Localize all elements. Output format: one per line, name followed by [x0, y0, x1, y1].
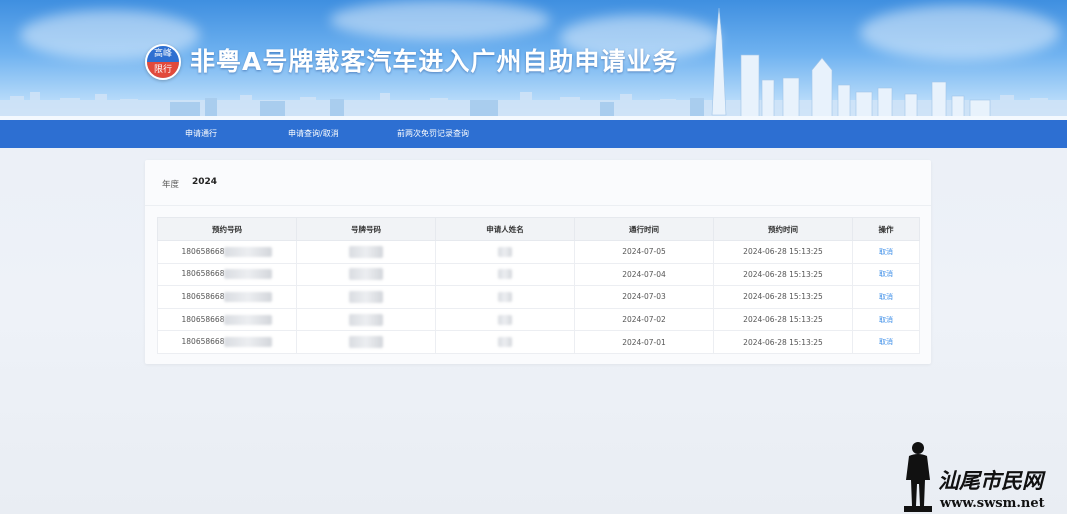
masked-digits	[224, 246, 273, 257]
header-banner: 高峰 限行 非粤A号牌载客汽车进入广州自助申请业务	[0, 0, 1067, 120]
masked-plate	[349, 290, 383, 303]
column-header-reservation-no: 预约号码	[157, 217, 297, 241]
cancel-link[interactable]: 取消	[879, 293, 893, 301]
masked-plate	[349, 313, 383, 326]
pass-date-cell: 2024-07-05	[574, 240, 714, 264]
plate-no-cell	[296, 330, 436, 354]
action-cell: 取消	[852, 307, 920, 332]
booked-at-cell: 2024-06-28 15:13:25	[713, 307, 853, 332]
reservation-no-cell: 180658668	[157, 240, 297, 264]
plate-no-cell	[296, 240, 436, 264]
booked-at-cell: 2024-06-28 15:13:25	[713, 262, 853, 287]
applicant-name-cell	[435, 330, 575, 354]
applicant-name-cell	[435, 240, 575, 264]
site-watermark: 汕尾市民网 www.swsm.net	[904, 442, 1046, 512]
cancel-link[interactable]: 取消	[879, 316, 893, 324]
column-header-action: 操作	[852, 217, 920, 241]
reservation-no-cell: 180658668	[157, 285, 297, 309]
peak-restriction-badge: 高峰 限行	[145, 44, 181, 80]
cancel-link[interactable]: 取消	[879, 338, 893, 346]
divider	[145, 205, 931, 206]
person-silhouette-icon	[904, 442, 932, 512]
reservation-table: 预约号码 号牌号码 申请人姓名 通行时间 预约时间 操作 180658668 2…	[157, 217, 920, 354]
masked-name	[498, 269, 512, 280]
masked-digits	[224, 314, 273, 325]
applicant-name-cell	[435, 262, 575, 287]
masked-plate	[349, 336, 383, 349]
applicant-name-cell	[435, 285, 575, 309]
table-row: 180658668 2024-07-04 2024-06-28 15:13:25…	[157, 262, 920, 287]
reservation-no-cell: 180658668	[157, 307, 297, 332]
masked-plate	[349, 268, 383, 281]
masked-digits	[224, 291, 273, 302]
reservation-no-cell: 180658668	[157, 330, 297, 354]
badge-bottom-label: 限行	[147, 62, 179, 78]
masked-name	[498, 246, 512, 257]
reservation-no-cell: 180658668	[157, 262, 297, 287]
watermark-url: www.swsm.net	[939, 496, 1045, 511]
masked-name	[498, 337, 512, 348]
pass-date-cell: 2024-07-03	[574, 285, 714, 309]
masked-digits	[224, 269, 273, 280]
column-header-applicant-name: 申请人姓名	[435, 217, 575, 241]
pass-date-cell: 2024-07-01	[574, 330, 714, 354]
booked-at-cell: 2024-06-28 15:13:25	[713, 240, 853, 264]
watermark-brand: 汕尾市民网	[938, 468, 1046, 493]
masked-digits	[224, 337, 273, 348]
reservation-no: 180658668	[181, 246, 225, 256]
column-header-booked-at: 预约时间	[713, 217, 853, 241]
table-row: 180658668 2024-07-03 2024-06-28 15:13:25…	[157, 285, 920, 309]
booked-at-cell: 2024-06-28 15:13:25	[713, 330, 853, 354]
applicant-name-cell	[435, 307, 575, 332]
table-row: 180658668 2024-07-02 2024-06-28 15:13:25…	[157, 307, 920, 332]
reservation-no: 180658668	[181, 337, 225, 347]
booked-at-cell: 2024-06-28 15:13:25	[713, 285, 853, 309]
reservation-no: 180658668	[181, 291, 225, 301]
plate-no-cell	[296, 262, 436, 287]
main-nav: 申请通行 申请查询/取消 前两次免罚记录查询	[0, 120, 1067, 148]
action-cell: 取消	[852, 262, 920, 287]
column-header-pass-date: 通行时间	[574, 217, 714, 241]
table-header-row: 预约号码 号牌号码 申请人姓名 通行时间 预约时间 操作	[157, 217, 920, 241]
pass-date-cell: 2024-07-02	[574, 307, 714, 332]
cancel-link[interactable]: 取消	[879, 270, 893, 278]
masked-plate	[349, 245, 383, 258]
page-title: 非粤A号牌载客汽车进入广州自助申请业务	[190, 47, 679, 76]
cancel-link[interactable]: 取消	[879, 248, 893, 256]
plate-no-cell	[296, 307, 436, 332]
action-cell: 取消	[852, 285, 920, 309]
column-header-plate-no: 号牌号码	[296, 217, 436, 241]
badge-top-label: 高峰	[147, 46, 179, 62]
nav-item-penalty-exemption-query[interactable]: 前两次免罚记录查询	[397, 120, 469, 148]
year-label: 年度	[162, 180, 180, 190]
table-row: 180658668 2024-07-05 2024-06-28 15:13:25…	[157, 240, 920, 264]
action-cell: 取消	[852, 330, 920, 354]
action-cell: 取消	[852, 240, 920, 264]
query-results-card: 年度 2024 预约号码 号牌号码 申请人姓名 通行时间 预约时间 操作 180…	[145, 160, 931, 364]
reservation-no: 180658668	[181, 269, 225, 279]
masked-name	[498, 314, 512, 325]
masked-name	[498, 291, 512, 302]
reservation-no: 180658668	[181, 314, 225, 324]
year-selector[interactable]: 2024	[192, 177, 217, 187]
plate-no-cell	[296, 285, 436, 309]
nav-item-query-cancel[interactable]: 申请查询/取消	[288, 120, 339, 148]
table-row: 180658668 2024-07-01 2024-06-28 15:13:25…	[157, 330, 920, 354]
pass-date-cell: 2024-07-04	[574, 262, 714, 287]
nav-item-apply-pass[interactable]: 申请通行	[185, 120, 217, 148]
